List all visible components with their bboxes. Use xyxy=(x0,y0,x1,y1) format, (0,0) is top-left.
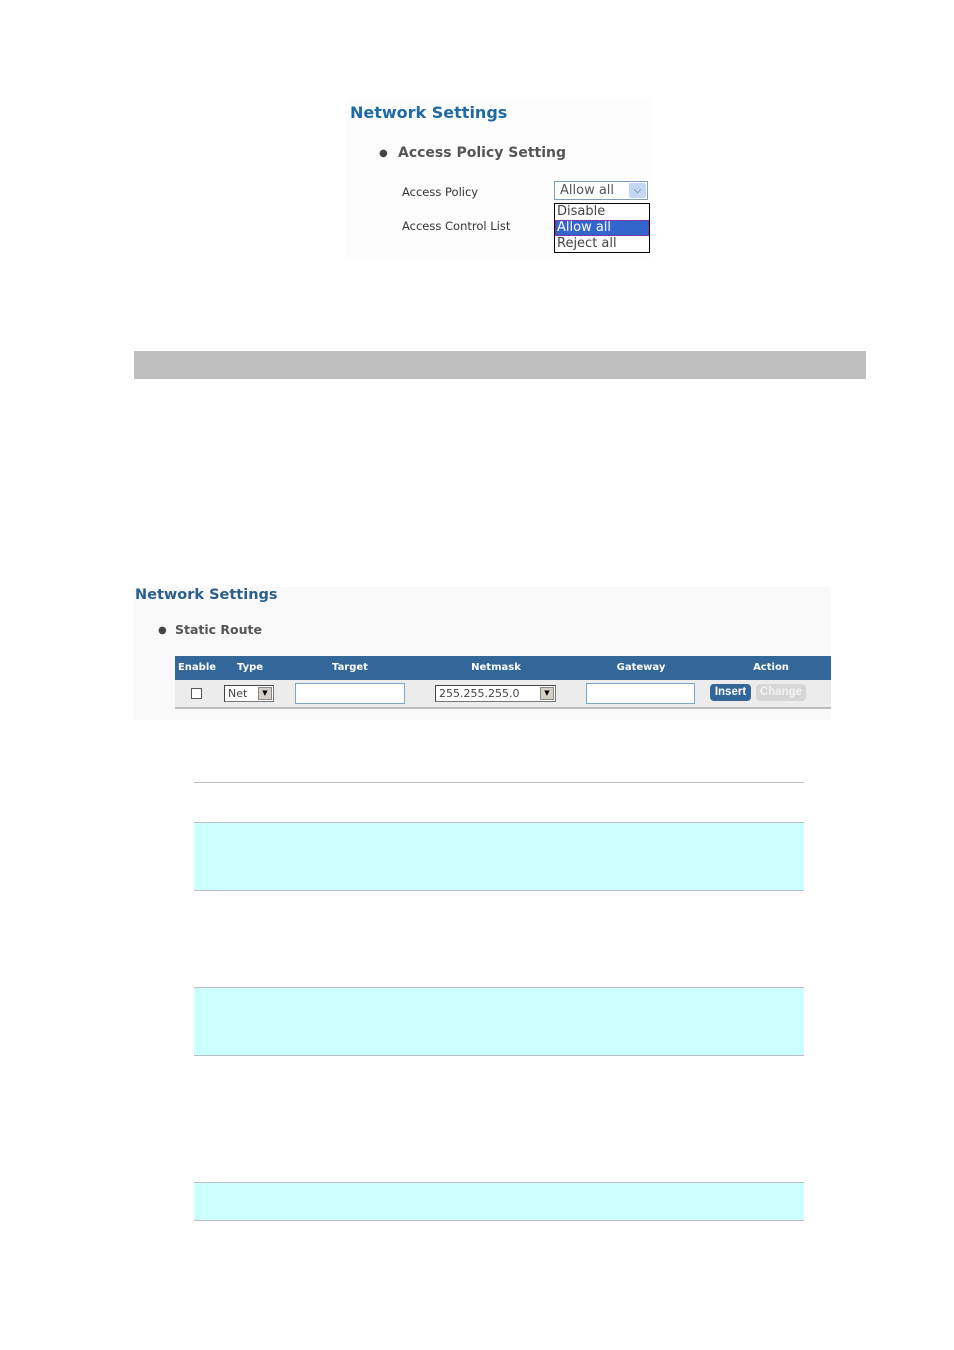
access-policy-label: Access Policy xyxy=(402,185,479,199)
table-row-highlight xyxy=(194,1183,804,1220)
bullet-icon: ● xyxy=(158,625,167,636)
access-policy-options-list[interactable]: Disable Allow all Reject all xyxy=(554,203,650,253)
table-row-highlight xyxy=(194,823,804,890)
column-target: Target xyxy=(332,662,368,673)
access-policy-select[interactable]: Allow all ⌵ xyxy=(554,181,648,200)
chevron-down-icon[interactable]: ⌵ xyxy=(629,183,646,198)
table-rule xyxy=(194,1055,804,1056)
section-heading: Access Policy Setting xyxy=(398,145,566,161)
gateway-input[interactable] xyxy=(586,683,695,704)
table-row: Net ▼ 255.255.255.0 ▼ Insert Change xyxy=(175,680,831,709)
enable-checkbox[interactable] xyxy=(191,688,202,699)
type-selected-value: Net xyxy=(228,687,248,700)
table-rule xyxy=(194,890,804,891)
type-select[interactable]: Net ▼ xyxy=(224,685,274,702)
change-button[interactable]: Change xyxy=(756,684,806,701)
option-disable[interactable]: Disable xyxy=(555,204,649,220)
table-rule xyxy=(194,1220,804,1221)
option-allow-all[interactable]: Allow all xyxy=(555,220,649,236)
access-control-list-label: Access Control List xyxy=(402,219,511,233)
insert-button[interactable]: Insert xyxy=(710,684,751,701)
table-header: Enable Type Target Netmask Gateway Actio… xyxy=(175,656,831,680)
netmask-selected-value: 255.255.255.0 xyxy=(439,687,520,700)
table-rule xyxy=(194,782,804,783)
dropdown-arrow-icon[interactable]: ▼ xyxy=(540,687,554,700)
access-policy-panel: Network Settings ● Access Policy Setting… xyxy=(346,98,652,258)
option-reject-all[interactable]: Reject all xyxy=(555,236,649,252)
column-type: Type xyxy=(236,662,264,673)
section-divider-bar xyxy=(134,351,866,379)
column-netmask: Netmask xyxy=(471,662,521,673)
column-gateway: Gateway xyxy=(616,662,666,673)
page-title: Network Settings xyxy=(135,587,278,603)
target-input[interactable] xyxy=(295,683,405,704)
dropdown-arrow-icon[interactable]: ▼ xyxy=(258,687,272,700)
access-policy-selected-value: Allow all xyxy=(560,183,615,198)
table-row-highlight xyxy=(194,988,804,1055)
bullet-icon: ● xyxy=(379,148,388,159)
netmask-select[interactable]: 255.255.255.0 ▼ xyxy=(435,685,556,702)
section-heading: Static Route xyxy=(175,622,262,637)
column-enable: Enable xyxy=(177,662,217,673)
page-title: Network Settings xyxy=(350,103,508,122)
column-action: Action xyxy=(753,662,789,673)
static-route-panel: Network Settings ● Static Route Enable T… xyxy=(133,587,831,720)
